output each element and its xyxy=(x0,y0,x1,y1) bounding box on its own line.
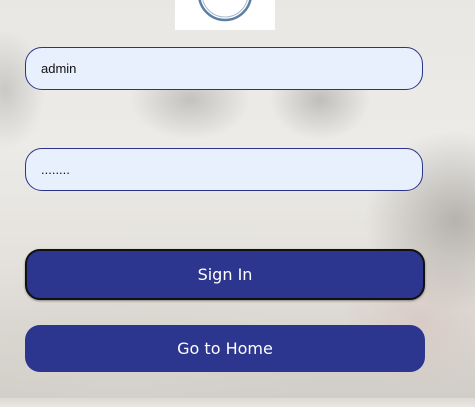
go-to-home-button-label: Go to Home xyxy=(177,339,273,358)
login-page: Sign In Go to Home xyxy=(0,0,475,407)
go-to-home-button[interactable]: Go to Home xyxy=(25,325,425,372)
sign-in-button[interactable]: Sign In xyxy=(25,249,425,300)
circle-logo-icon xyxy=(198,0,252,22)
sign-in-button-label: Sign In xyxy=(197,265,253,284)
username-input[interactable] xyxy=(25,47,423,90)
footer-strip xyxy=(0,398,475,407)
logo xyxy=(175,0,275,30)
password-input[interactable] xyxy=(25,148,423,191)
